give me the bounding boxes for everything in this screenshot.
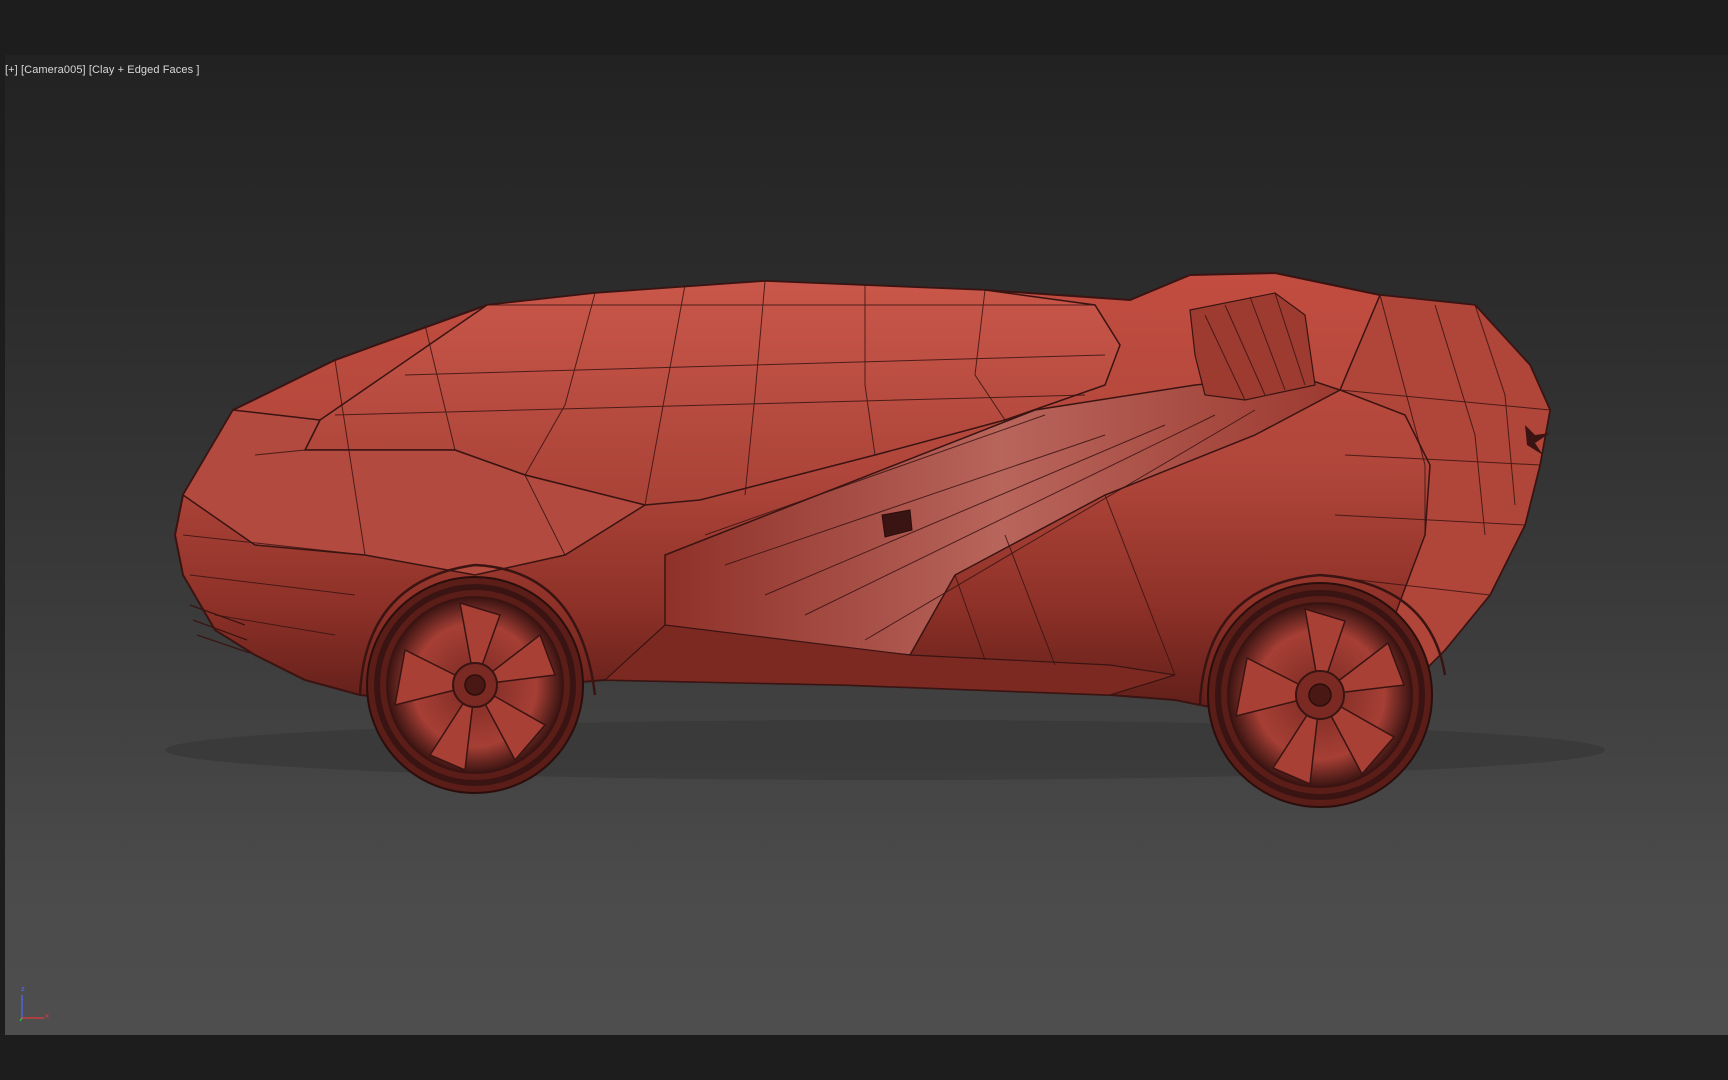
- viewport-camera-menu[interactable]: [Camera005]: [21, 64, 86, 76]
- axis-gizmo: z x: [17, 985, 57, 1025]
- rear-wheel: [1207, 582, 1433, 808]
- viewport-menu-plus[interactable]: [+]: [5, 64, 18, 76]
- gizmo-x-label: x: [45, 1012, 50, 1020]
- camera-viewport[interactable]: [+] [Camera005] [Clay + Edged Faces ] z …: [5, 55, 1728, 1035]
- bottom-frame: [0, 1035, 1728, 1080]
- viewport-shading-menu[interactable]: [Clay + Edged Faces ]: [89, 64, 200, 76]
- car-model[interactable]: [5, 55, 1728, 1035]
- viewport-label: [+] [Camera005] [Clay + Edged Faces ]: [5, 64, 200, 76]
- app-window: [+] [Camera005] [Clay + Edged Faces ] z …: [0, 0, 1728, 1080]
- gizmo-z-label: z: [21, 985, 25, 993]
- front-wheel: [366, 576, 584, 794]
